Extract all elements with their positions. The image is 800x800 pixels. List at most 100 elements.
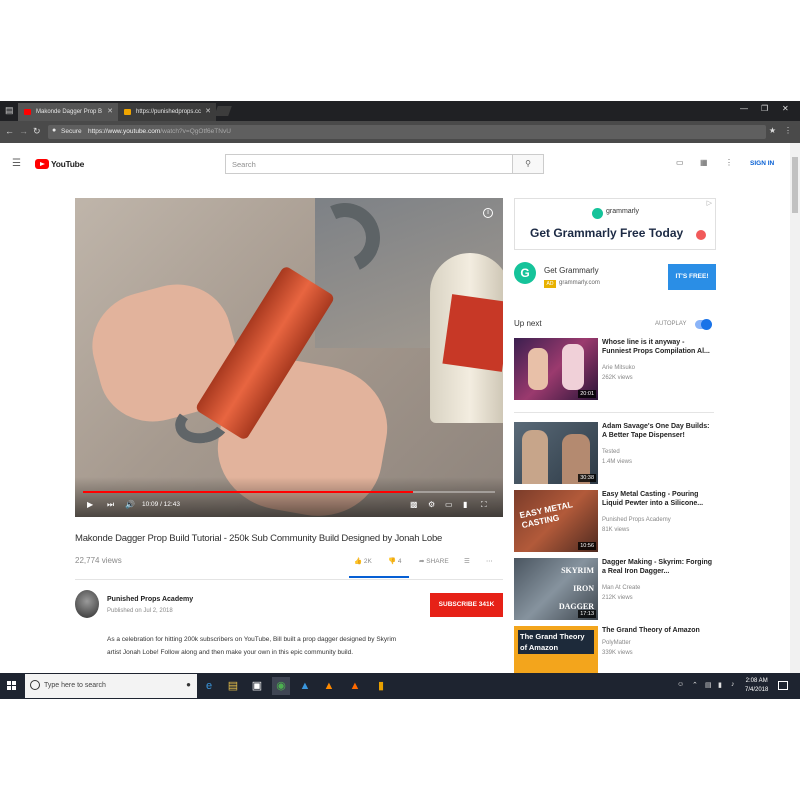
network-icon[interactable]: ▤ bbox=[705, 681, 712, 689]
recommendation-views: 212K views bbox=[602, 595, 633, 601]
video-duration: 17:13 bbox=[578, 610, 596, 618]
close-window-icon[interactable]: ✕ bbox=[782, 104, 789, 113]
grammarly-g-icon: G bbox=[514, 262, 536, 284]
autoplay-toggle[interactable] bbox=[695, 319, 712, 330]
like-button[interactable]: 👍 2K bbox=[354, 557, 372, 565]
thumbnail-figure bbox=[562, 344, 584, 390]
subscribe-button[interactable]: SUBSCRIBE 341K bbox=[430, 593, 503, 617]
notification-center-icon[interactable] bbox=[778, 681, 788, 690]
chrome-icon[interactable]: ◉ bbox=[272, 677, 290, 695]
volume-icon[interactable]: 🔊 bbox=[125, 500, 135, 509]
ad-banner[interactable]: grammarly Get Grammarly Free Today ▷ bbox=[514, 198, 716, 250]
publish-date: Published on Jul 2, 2018 bbox=[107, 608, 173, 614]
thumbnail-text: SKYRIM IRON DAGGER bbox=[558, 566, 594, 611]
sign-in-button[interactable]: SIGN IN bbox=[750, 160, 774, 167]
video-progress-bar[interactable] bbox=[83, 491, 495, 493]
ad-advertiser: Get Grammarly bbox=[544, 266, 599, 275]
search-input[interactable]: Search bbox=[225, 154, 513, 174]
app-icon[interactable]: ▲ bbox=[296, 677, 314, 695]
recommendation-thumbnail[interactable]: 20:01 bbox=[514, 338, 598, 400]
like-count: 2K bbox=[363, 558, 372, 565]
share-button[interactable]: ➦ SHARE bbox=[419, 557, 449, 565]
microphone-icon[interactable]: ● bbox=[186, 680, 191, 689]
tab-punishedprops[interactable]: https://punishedprops.cc ✕ bbox=[118, 103, 216, 121]
minimize-icon[interactable]: — bbox=[740, 104, 748, 113]
thumbs-down-icon: 👎 bbox=[388, 558, 397, 565]
close-tab-icon[interactable]: ✕ bbox=[205, 103, 211, 121]
youtube-logo[interactable]: YouTube bbox=[35, 158, 84, 170]
recommendation-item[interactable]: SKYRIM IRON DAGGER 17:13 Dagger Making -… bbox=[514, 558, 714, 620]
up-next-label: Up next bbox=[514, 319, 542, 328]
recommendation-title[interactable]: Adam Savage's One Day Builds: A Better T… bbox=[602, 422, 714, 440]
windows-taskbar: Type here to search ● e ▤ ▣ ◉ ▲ ▲ ▲ ▮ ☺ … bbox=[0, 673, 800, 699]
search-button[interactable]: ⚲ bbox=[512, 154, 544, 174]
new-tab-button[interactable] bbox=[214, 106, 232, 116]
recommendation-thumbnail[interactable]: EASY METAL CASTING 10:56 bbox=[514, 490, 598, 552]
hamburger-menu-icon[interactable]: ☰ bbox=[12, 158, 21, 169]
windows-start-icon[interactable] bbox=[7, 681, 17, 691]
maximize-icon[interactable]: ❐ bbox=[761, 104, 768, 113]
recommendation-item[interactable]: 30:38 Adam Savage's One Day Builds: A Be… bbox=[514, 422, 714, 484]
system-clock[interactable]: 2:08 AM 7/4/2018 bbox=[745, 677, 768, 695]
app-icon[interactable]: ▮ bbox=[372, 677, 390, 695]
browser-menu-icon[interactable]: ⋮ bbox=[784, 126, 792, 135]
captions-icon[interactable]: ▩ bbox=[410, 500, 418, 509]
video-description: As a celebration for hitting 200k subscr… bbox=[107, 636, 397, 656]
play-icon[interactable]: ▶ bbox=[87, 500, 93, 509]
theater-mode-icon[interactable]: ▭ bbox=[445, 500, 453, 509]
back-icon[interactable]: ← bbox=[5, 126, 14, 136]
tab-makonde-dagger[interactable]: Makonde Dagger Prop B ✕ bbox=[18, 103, 118, 121]
recommendation-thumbnail[interactable]: SKYRIM IRON DAGGER 17:13 bbox=[514, 558, 598, 620]
add-to-playlist-icon[interactable]: ☰ bbox=[464, 557, 470, 565]
edge-browser-icon[interactable]: e bbox=[200, 677, 218, 695]
fullscreen-icon[interactable]: ⛶ bbox=[481, 500, 487, 510]
divider bbox=[514, 412, 714, 413]
recommendation-title[interactable]: Dagger Making - Skyrim: Forging a Real I… bbox=[602, 558, 714, 576]
file-explorer-icon[interactable]: ▤ bbox=[224, 677, 242, 695]
more-actions-icon[interactable]: ⋯ bbox=[486, 557, 493, 565]
recommendation-title[interactable]: The Grand Theory of Amazon bbox=[602, 626, 714, 635]
thumbnail-figure bbox=[522, 430, 548, 484]
ad-info-icon[interactable]: ▷ bbox=[707, 199, 712, 207]
app-icon[interactable]: ▲ bbox=[346, 677, 364, 695]
scrollbar-thumb[interactable] bbox=[792, 157, 798, 213]
controls-gradient bbox=[75, 477, 503, 517]
people-icon[interactable]: ☺ bbox=[677, 681, 684, 688]
browser-profile-icon[interactable]: ▤ bbox=[5, 105, 14, 116]
recommendation-thumbnail[interactable]: 30:38 bbox=[514, 422, 598, 484]
taskbar-search-input[interactable]: Type here to search ● bbox=[25, 674, 197, 698]
settings-gear-icon[interactable]: ⚙ bbox=[428, 500, 435, 509]
recommendation-title[interactable]: Easy Metal Casting - Pouring Liquid Pewt… bbox=[602, 490, 714, 508]
reload-icon[interactable]: ↻ bbox=[33, 126, 41, 137]
taskbar-search-placeholder: Type here to search bbox=[44, 682, 106, 689]
recommendation-item[interactable]: 20:01 Whose line is it anyway - Funniest… bbox=[514, 338, 714, 400]
tray-chevron-icon[interactable]: ⌃ bbox=[692, 681, 698, 689]
cast-icon[interactable]: ▮ bbox=[463, 500, 467, 509]
secure-label: Secure bbox=[61, 128, 82, 135]
omnibox[interactable]: ● Secure https://www.youtube.com/watch?v… bbox=[48, 125, 766, 139]
close-tab-icon[interactable]: ✕ bbox=[107, 103, 113, 121]
dislike-button[interactable]: 👎 4 bbox=[388, 557, 402, 565]
forward-icon[interactable]: → bbox=[19, 126, 28, 136]
app-icon[interactable]: ▲ bbox=[320, 677, 338, 695]
page-scrollbar[interactable] bbox=[790, 143, 800, 673]
channel-avatar[interactable] bbox=[75, 590, 99, 618]
next-video-icon[interactable]: ⏭ bbox=[107, 500, 114, 510]
bookmark-star-icon[interactable]: ★ bbox=[769, 126, 776, 135]
ad-cta-button[interactable]: IT'S FREE! bbox=[668, 264, 716, 290]
url-host: https://www.youtube.com bbox=[88, 128, 161, 135]
video-progress-fill bbox=[83, 491, 413, 493]
ad-companion[interactable]: G Get Grammarly AD grammarly.com IT'S FR… bbox=[514, 259, 716, 299]
volume-tray-icon[interactable]: ♪ bbox=[731, 681, 735, 688]
create-video-icon[interactable]: ▭ bbox=[676, 158, 684, 167]
video-player[interactable]: i ▶ ⏭ 🔊 10:09 / 12:43 ▩ ⚙ ▭ ▮ ⛶ bbox=[75, 198, 503, 517]
battery-icon[interactable]: ▮ bbox=[718, 681, 722, 689]
dislike-count: 4 bbox=[397, 558, 402, 565]
recommendation-item[interactable]: EASY METAL CASTING 10:56 Easy Metal Cast… bbox=[514, 490, 714, 552]
apps-grid-icon[interactable]: ▦ bbox=[700, 158, 708, 167]
recommendation-title[interactable]: Whose line is it anyway - Funniest Props… bbox=[602, 338, 714, 356]
store-icon[interactable]: ▣ bbox=[248, 677, 266, 695]
channel-name[interactable]: Punished Props Academy bbox=[107, 596, 193, 603]
settings-menu-icon[interactable]: ⋮ bbox=[725, 158, 733, 167]
video-info-icon[interactable]: i bbox=[483, 208, 493, 218]
